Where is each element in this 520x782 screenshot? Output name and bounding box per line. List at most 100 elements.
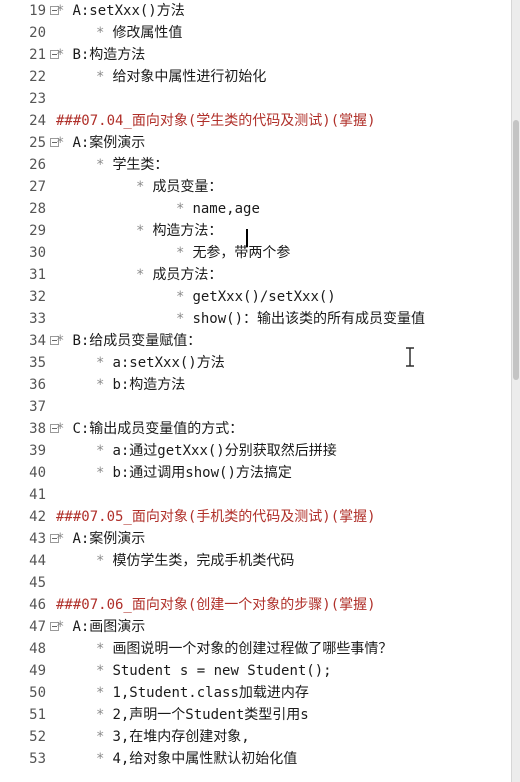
bullet-marker: * [136,223,145,239]
editor-line[interactable]: 35 * a:setXxx()方法 [0,352,510,374]
editor-line[interactable]: 30 * 无参，带两个参 [0,242,510,264]
line-text: * 模仿学生类，完成手机类代码 [96,550,294,572]
editor-line[interactable]: 50 * 1,Student.class加载进内存 [0,682,510,704]
editor-line[interactable]: 39 * a:通过getXxx()分别获取然后拼接 [0,440,510,462]
line-number: 34 [29,333,46,349]
editor-line[interactable]: 32 * getXxx()/setXxx() [0,286,510,308]
line-text: * 学生类： [96,154,168,176]
editor-line[interactable]: 53 * 4,给对象中属性默认初始化值 [0,748,510,770]
line-content: 模仿学生类，完成手机类代码 [112,553,295,569]
editor-line[interactable]: 24 ###07.04_面向对象(学生类的代码及测试)(掌握) [0,110,510,132]
line-content: C:输出成员变量值的方式： [72,421,244,437]
line-content: a:setXxx()方法 [112,355,225,371]
line-number: 22 [29,69,46,85]
editor-line[interactable]: 36 * b:构造方法 [0,374,510,396]
line-number: 32 [29,289,46,305]
bullet-marker: * [96,377,105,393]
editor-line[interactable]: 31 * 成员方法： [0,264,510,286]
line-text: * B:构造方法 [56,44,145,66]
line-content: A:setXxx()方法 [72,3,185,19]
line-number: 37 [29,399,46,415]
line-text: * B:给成员变量赋值： [56,330,201,352]
editor-line[interactable]: 44 * 模仿学生类，完成手机类代码 [0,550,510,572]
line-text: * name,age [176,198,260,220]
editor-line[interactable]: 34 * B:给成员变量赋值： [0,330,510,352]
line-number: 23 [29,91,46,107]
editor-line[interactable]: 47 * A:画图演示 [0,616,510,638]
line-content: a:通过getXxx()分别获取然后拼接 [112,443,337,459]
bullet-marker: * [56,135,65,151]
editor-line[interactable]: 27 * 成员变量： [0,176,510,198]
editor-line[interactable]: 42 ###07.05_面向对象(手机类的代码及测试)(掌握) [0,506,510,528]
line-content: getXxx()/setXxx() [192,289,336,305]
line-content: A:画图演示 [72,619,146,635]
bullet-marker: * [96,25,105,41]
editor-line[interactable]: 33 * show()：输出该类的所有成员变量值 [0,308,510,330]
line-text: * 成员变量： [136,176,222,198]
line-number: 24 [29,113,46,129]
line-number: 40 [29,465,46,481]
editor-line[interactable]: 45 [0,572,510,594]
bullet-marker: * [56,333,65,349]
line-number: 25 [29,135,46,151]
bullet-marker: * [56,619,65,635]
line-text: * 成员方法： [136,264,222,286]
line-number: 27 [29,179,46,195]
editor-line[interactable]: 49 * Student s = new Student(); [0,660,510,682]
line-text: * a:通过getXxx()分别获取然后拼接 [96,440,337,462]
editor-line[interactable]: 48 * 画图说明一个对象的创建过程做了哪些事情？ [0,638,510,660]
editor-line[interactable]: 51 * 2,声明一个Student类型引用s [0,704,510,726]
editor-line[interactable]: 25 * A:案例演示 [0,132,510,154]
text-editor[interactable]: 19 * A:setXxx()方法 20 * 修改属性值 21 * B:构造方法 22 * 给对象中属… [0,0,520,782]
bullet-marker: * [96,729,105,745]
bullet-marker: * [176,311,185,327]
editor-line[interactable]: 23 [0,88,510,110]
bullet-marker: * [96,685,105,701]
line-number: 21 [29,47,46,63]
editor-line[interactable]: 41 [0,484,510,506]
editor-line[interactable]: 28 * name,age [0,198,510,220]
line-content: ###07.06_面向对象(创建一个对象的步骤)(掌握) [56,597,376,613]
line-content: B:构造方法 [72,47,146,63]
editor-line[interactable]: 26 * 学生类： [0,154,510,176]
editor-line[interactable]: 40 * b:通过调用show()方法搞定 [0,462,510,484]
line-number: 36 [29,377,46,393]
editor-line[interactable]: 19 * A:setXxx()方法 [0,0,510,22]
line-text: * 构造方法： [136,220,222,242]
editor-line[interactable]: 20 * 修改属性值 [0,22,510,44]
line-number: 50 [29,685,46,701]
line-number: 46 [29,597,46,613]
editor-line[interactable]: 38 * C:输出成员变量值的方式： [0,418,510,440]
line-content: 成员方法： [152,267,223,283]
line-number: 43 [29,531,46,547]
line-text: * A:画图演示 [56,616,145,638]
editor-line[interactable]: 29 * 构造方法： [0,220,510,242]
bullet-marker: * [96,707,105,723]
bullet-marker: * [96,157,105,173]
scrollbar-thumb[interactable] [513,120,519,380]
line-content: B:给成员变量赋值： [72,333,202,349]
editor-line[interactable]: 21 * B:构造方法 [0,44,510,66]
line-number: 28 [29,201,46,217]
line-content: A:案例演示 [72,531,146,547]
bullet-marker: * [96,663,105,679]
line-number: 31 [29,267,46,283]
i-beam-cursor-icon [406,347,414,367]
editor-line[interactable]: 37 [0,396,510,418]
vertical-scrollbar[interactable] [511,0,520,782]
line-text: * 2,声明一个Student类型引用s [96,704,309,726]
text-caret [246,229,248,247]
editor-line[interactable]: 52 * 3,在堆内存创建对象, [0,726,510,748]
editor-line[interactable]: 46 ###07.06_面向对象(创建一个对象的步骤)(掌握) [0,594,510,616]
line-number: 38 [29,421,46,437]
line-content: name,age [192,201,260,217]
line-number: 20 [29,25,46,41]
bullet-marker: * [176,201,185,217]
line-number: 53 [29,751,46,767]
line-number: 45 [29,575,46,591]
bullet-marker: * [96,443,105,459]
line-number: 52 [29,729,46,745]
editor-line[interactable]: 43 * A:案例演示 [0,528,510,550]
line-number: 51 [29,707,46,723]
editor-line[interactable]: 22 * 给对象中属性进行初始化 [0,66,510,88]
